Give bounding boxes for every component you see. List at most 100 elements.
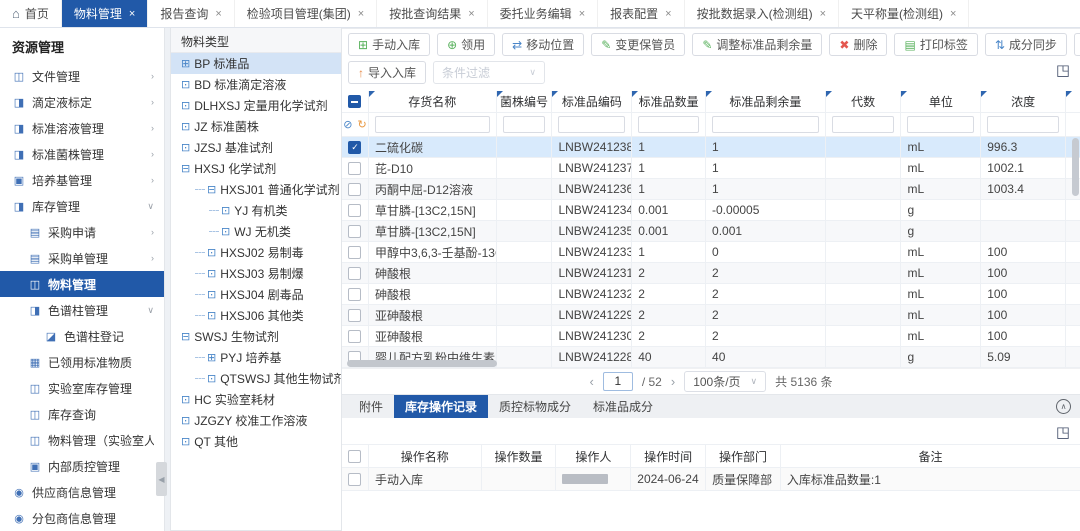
tree-node[interactable]: ⊡HXSJ02 易制毒: [171, 242, 341, 263]
tree-node[interactable]: ⊞BP 标准品: [171, 53, 341, 74]
sidebar-item[interactable]: ◨色谱柱管理∨: [0, 297, 164, 323]
tab-home[interactable]: ⌂ 首页: [0, 0, 62, 27]
toolbar-button-调整标准品剩余量[interactable]: ✎调整标准品剩余量: [692, 33, 822, 56]
filter-input-浓度[interactable]: [987, 116, 1059, 133]
tab-item[interactable]: 按批数据录入(检测组)×: [685, 0, 839, 27]
sidebar-item[interactable]: ◨滴定液标定›: [0, 89, 164, 115]
tree-node[interactable]: ⊡HXSJ03 易制爆: [171, 263, 341, 284]
close-icon[interactable]: ×: [820, 8, 826, 20]
column-header-标准品数量[interactable]: 标准品数量: [632, 91, 706, 113]
column-header-单位[interactable]: 单位: [901, 91, 981, 113]
vertical-scrollbar[interactable]: [1072, 138, 1079, 196]
sidebar-item[interactable]: ◪色谱柱登记: [0, 323, 164, 349]
sidebar-item[interactable]: ▦已领用标准物质: [0, 349, 164, 375]
sidebar-item[interactable]: ▤采购申请›: [0, 219, 164, 245]
toolbar-button-变更保管员[interactable]: ✎变更保管员: [591, 33, 685, 56]
sidebar-item[interactable]: ◉供应商信息管理: [0, 479, 164, 505]
row-checkbox[interactable]: [348, 309, 361, 322]
table-row[interactable]: 砷酸根LNBW24123222mL100: [342, 284, 1080, 305]
sidebar-item[interactable]: ◫实验室库存管理: [0, 375, 164, 401]
sidebar-item[interactable]: ◫物料管理（实验室人员）: [0, 427, 164, 453]
tree-node[interactable]: ⊡HXSJ06 其他类: [171, 305, 341, 326]
page-number-input[interactable]: 1: [603, 372, 633, 391]
tree-node[interactable]: ⊡JZGZY 校准工作溶液: [171, 410, 341, 431]
collapse-panel-icon[interactable]: ∧: [1056, 399, 1071, 414]
sidebar-item[interactable]: ▣培养基管理›: [0, 167, 164, 193]
row-checkbox[interactable]: ✓: [348, 141, 361, 154]
detail-tab-库存操作记录[interactable]: 库存操作记录: [394, 395, 488, 418]
column-header-浓度[interactable]: 浓度: [981, 91, 1066, 113]
tree-node[interactable]: ⊡JZ 标准菌株: [171, 116, 341, 137]
close-icon[interactable]: ×: [129, 8, 135, 20]
column-settings-icon[interactable]: ◳: [1056, 61, 1070, 79]
table-row[interactable]: ✓二硫化碳LNBW24123811mL996.3: [342, 137, 1080, 158]
sidebar-collapse-handle[interactable]: ◀: [156, 462, 167, 496]
table-row[interactable]: 亚砷酸根LNBW24122922mL100: [342, 305, 1080, 326]
row-checkbox[interactable]: [348, 225, 361, 238]
prev-page-button[interactable]: ‹: [589, 374, 593, 389]
filter-input-存货名称[interactable]: [375, 116, 490, 133]
row-checkbox[interactable]: [348, 267, 361, 280]
sidebar-item[interactable]: ◉分包商信息管理: [0, 505, 164, 531]
tree-node[interactable]: ⊡QT 其他: [171, 431, 341, 452]
close-icon[interactable]: ×: [358, 8, 364, 20]
filter-input-菌株编号[interactable]: [503, 116, 546, 133]
tree-node[interactable]: ⊡YJ 有机类: [171, 200, 341, 221]
filter-off-icon[interactable]: ⊘: [343, 118, 352, 131]
row-checkbox[interactable]: [348, 330, 361, 343]
next-page-button[interactable]: ›: [671, 374, 675, 389]
row-checkbox[interactable]: [348, 204, 361, 217]
sidebar-item[interactable]: ▤采购单管理›: [0, 245, 164, 271]
column-header-标准品剩余量[interactable]: 标准品剩余量: [706, 91, 826, 113]
tab-item[interactable]: 报告查询×: [148, 0, 234, 27]
close-icon[interactable]: ×: [215, 8, 221, 20]
tree-node[interactable]: ⊟HXSJ01 普通化学试剂: [171, 179, 341, 200]
filter-reset-icon[interactable]: ↻: [357, 118, 366, 131]
tree-node[interactable]: ⊞PYJ 培养基: [171, 347, 341, 368]
table-row[interactable]: 甲醇中3,6,3-壬基酚-13C6LNBW24123310mL100: [342, 242, 1080, 263]
column-header-存货名称[interactable]: 存货名称: [369, 91, 497, 113]
sidebar-item[interactable]: ◫物料管理: [0, 271, 164, 297]
filter-input-代数[interactable]: [832, 116, 895, 133]
column-header-代数[interactable]: 代数: [826, 91, 902, 113]
tree-node[interactable]: ⊡HXSJ04 剧毒品: [171, 284, 341, 305]
toolbar-button-移动位置[interactable]: ⇄移动位置: [502, 33, 584, 56]
row-checkbox[interactable]: [348, 288, 361, 301]
filter-input-标准品剩余量[interactable]: [712, 116, 819, 133]
sidebar-item[interactable]: ◨库存管理∨: [0, 193, 164, 219]
tree-node[interactable]: ⊡BD 标准滴定溶液: [171, 74, 341, 95]
import-inbound-button[interactable]: ↑ 导入入库: [348, 61, 426, 84]
filter-input-标准品编码[interactable]: [558, 116, 625, 133]
detail-tab-质控标物成分[interactable]: 质控标物成分: [488, 395, 582, 418]
close-icon[interactable]: ×: [579, 8, 585, 20]
tree-node[interactable]: ⊡JZSJ 基准试剂: [171, 137, 341, 158]
filter-input-单位[interactable]: [907, 116, 974, 133]
tree-node[interactable]: ⊟SWSJ 生物试剂: [171, 326, 341, 347]
column-settings-icon[interactable]: ◳: [1056, 423, 1070, 441]
sidebar-item[interactable]: ◨标准溶液管理›: [0, 115, 164, 141]
close-icon[interactable]: ×: [468, 8, 474, 20]
tree-node[interactable]: ⊡QTSWSJ 其他生物试剂: [171, 368, 341, 389]
column-header-标准品编码[interactable]: 标准品编码: [552, 91, 632, 113]
page-size-select[interactable]: 100条/页 ∨: [684, 371, 766, 392]
toolbar-button-打印标签[interactable]: ▤打印标签: [894, 33, 977, 56]
toolbar-button-库存信息表[interactable]: ▦库存信息表: [1074, 33, 1080, 56]
tab-item[interactable]: 天平称量(检测组)×: [839, 0, 969, 27]
column-header-菌株编号[interactable]: 菌株编号: [497, 91, 553, 113]
toolbar-button-领用[interactable]: ⊕领用: [437, 33, 495, 56]
row-checkbox[interactable]: [348, 162, 361, 175]
table-row[interactable]: 丙酮中屈-D12溶液LNBW24123611mL1003.4: [342, 179, 1080, 200]
toolbar-button-成分同步[interactable]: ⇅成分同步: [985, 33, 1067, 56]
tab-item[interactable]: 物料管理×: [62, 0, 148, 27]
op-row-checkbox[interactable]: [348, 473, 361, 486]
filter-input-标准品数量[interactable]: [638, 116, 699, 133]
select-all-checkbox[interactable]: [348, 95, 361, 108]
tab-item[interactable]: 报表配置×: [598, 0, 684, 27]
sidebar-item[interactable]: ◫库存查询: [0, 401, 164, 427]
op-select-all-checkbox[interactable]: [348, 450, 361, 463]
table-row[interactable]: 亚砷酸根LNBW24123022mL100: [342, 326, 1080, 347]
detail-tab-附件[interactable]: 附件: [348, 395, 394, 418]
condition-filter-select[interactable]: 条件过滤 ∨: [433, 61, 545, 84]
table-row[interactable]: 草甘膦-[13C2,15N]LNBW2412340.001-0.00005g: [342, 200, 1080, 221]
table-row[interactable]: 砷酸根LNBW24123122mL100: [342, 263, 1080, 284]
